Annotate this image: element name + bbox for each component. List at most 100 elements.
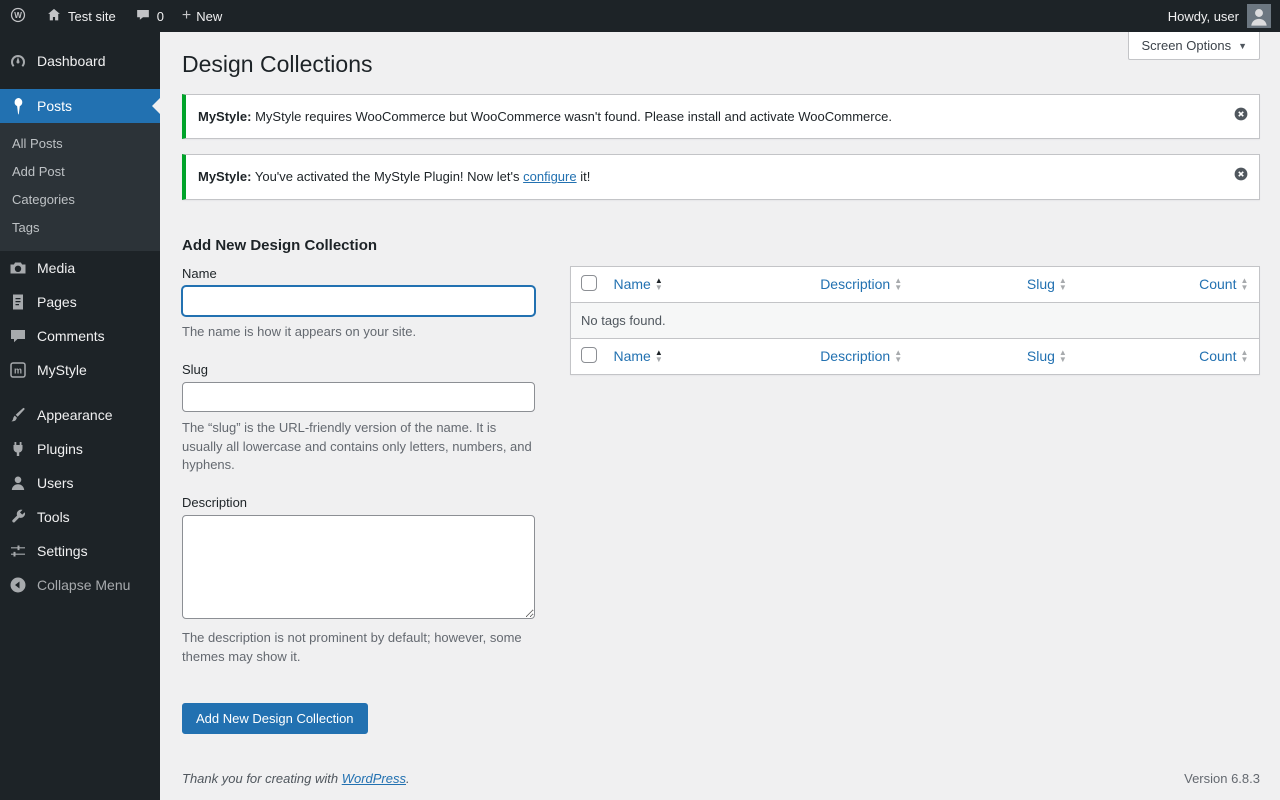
my-account-menu[interactable]: Howdy, user [1159, 0, 1280, 32]
screen-options-button[interactable]: Screen Options ▼ [1128, 32, 1260, 60]
column-header-label: Description [820, 276, 890, 292]
comment-bubble-icon [134, 6, 152, 27]
sort-by-name[interactable]: Name▲▼ [614, 348, 663, 364]
dismiss-notice-button[interactable] [1231, 104, 1251, 124]
submenu-item-categories[interactable]: Categories [0, 186, 160, 214]
plugins-icon [8, 439, 28, 459]
comments-menu[interactable]: 0 [125, 0, 173, 32]
new-content-menu[interactable]: + New [173, 0, 231, 32]
sidebar-item-pages[interactable]: Pages [0, 285, 160, 319]
description-textarea[interactable] [182, 515, 535, 619]
slug-label: Slug [182, 362, 535, 377]
select-all-checkbox[interactable] [581, 275, 597, 291]
chevron-down-icon: ▼ [1238, 41, 1247, 51]
admin-bar: W Test site 0 + New Howdy, user [0, 0, 1280, 32]
sort-desc-icon: ▼ [1059, 284, 1067, 291]
column-header-label: Slug [1027, 276, 1055, 292]
terms-table: Name▲▼ Description▲▼ Slug▲▼ Count▲▼ No t… [570, 266, 1260, 375]
tools-icon [8, 507, 28, 527]
add-term-form: Name The name is how it appears on your … [182, 266, 535, 734]
notice-text-after: it! [580, 169, 590, 184]
slug-help-text: The “slug” is the URL-friendly version o… [182, 419, 535, 476]
mystyle-icon: m [8, 360, 28, 380]
sidebar-item-posts[interactable]: Posts [0, 89, 160, 123]
name-label: Name [182, 266, 535, 281]
sidebar-item-label: Users [37, 475, 74, 491]
name-help-text: The name is how it appears on your site. [182, 323, 535, 342]
sidebar-item-mystyle[interactable]: m MyStyle [0, 353, 160, 387]
sidebar-item-media[interactable]: Media [0, 251, 160, 285]
collapse-menu-button[interactable]: Collapse Menu [0, 568, 160, 602]
sidebar-item-comments[interactable]: Comments [0, 319, 160, 353]
dashboard-icon [8, 51, 28, 71]
submenu-item-tags[interactable]: Tags [0, 214, 160, 242]
sidebar-item-plugins[interactable]: Plugins [0, 432, 160, 466]
sort-by-description[interactable]: Description▲▼ [820, 276, 902, 292]
admin-footer: Thank you for creating with WordPress. V… [182, 759, 1260, 800]
sort-by-name[interactable]: Name▲▼ [614, 276, 663, 292]
footer-thanks-text: Thank you for creating with [182, 771, 338, 786]
submenu-item-all-posts[interactable]: All Posts [0, 130, 160, 158]
sidebar: Dashboard Posts All Posts Add Post Categ… [0, 32, 160, 800]
menu-separator [0, 387, 160, 398]
media-icon [8, 258, 28, 278]
table-footer-row: Name▲▼ Description▲▼ Slug▲▼ Count▲▼ [571, 338, 1260, 374]
menu-separator [0, 78, 160, 89]
notice-configure: MyStyle: You've activated the MyStyle Pl… [182, 154, 1260, 200]
description-label: Description [182, 495, 535, 510]
sidebar-item-label: MyStyle [37, 362, 87, 378]
column-header-label: Count [1199, 348, 1236, 364]
column-header-label: Name [614, 276, 651, 292]
empty-message: No tags found. [571, 302, 1260, 338]
sidebar-item-settings[interactable]: Settings [0, 534, 160, 568]
collapse-icon [8, 575, 28, 595]
name-input[interactable] [182, 286, 535, 316]
table-header-row: Name▲▼ Description▲▼ Slug▲▼ Count▲▼ [571, 266, 1260, 302]
sidebar-item-users[interactable]: Users [0, 466, 160, 500]
notice-label: MyStyle: [198, 169, 251, 184]
add-collection-button[interactable]: Add New Design Collection [182, 703, 368, 734]
sort-by-count[interactable]: Count▲▼ [1199, 348, 1248, 364]
dismiss-icon [1233, 106, 1249, 122]
svg-text:W: W [14, 10, 22, 19]
empty-table-row: No tags found. [571, 302, 1260, 338]
wordpress-link[interactable]: WordPress [342, 771, 406, 786]
sort-by-description[interactable]: Description▲▼ [820, 348, 902, 364]
plus-icon: + [182, 8, 191, 24]
site-name-menu[interactable]: Test site [36, 0, 125, 32]
slug-input[interactable] [182, 382, 535, 412]
column-header-label: Description [820, 348, 890, 364]
sort-by-slug[interactable]: Slug▲▼ [1027, 348, 1067, 364]
page-title: Design Collections [182, 50, 1260, 80]
sidebar-item-dashboard[interactable]: Dashboard [0, 44, 160, 78]
appearance-icon [8, 405, 28, 425]
notice-text: MyStyle requires WooCommerce but WooComm… [255, 109, 892, 124]
column-header-label: Count [1199, 276, 1236, 292]
wordpress-logo-menu[interactable]: W [0, 0, 36, 32]
sidebar-item-appearance[interactable]: Appearance [0, 398, 160, 432]
dismiss-icon [1233, 166, 1249, 182]
select-all-checkbox[interactable] [581, 347, 597, 363]
configure-link[interactable]: configure [523, 169, 576, 184]
description-help-text: The description is not prominent by defa… [182, 629, 535, 667]
sidebar-item-label: Plugins [37, 441, 83, 457]
sort-desc-icon: ▼ [655, 284, 663, 291]
sidebar-item-tools[interactable]: Tools [0, 500, 160, 534]
notice-woocommerce-required: MyStyle: MyStyle requires WooCommerce bu… [182, 94, 1260, 140]
svg-text:m: m [14, 366, 22, 376]
sidebar-item-label: Appearance [37, 407, 113, 423]
submenu-item-add-post[interactable]: Add Post [0, 158, 160, 186]
notice-label: MyStyle: [198, 109, 251, 124]
sidebar-item-label: Comments [37, 328, 105, 344]
dismiss-notice-button[interactable] [1231, 164, 1251, 184]
site-name-label: Test site [68, 9, 116, 24]
sort-by-slug[interactable]: Slug▲▼ [1027, 276, 1067, 292]
wordpress-logo-icon: W [9, 6, 27, 27]
sort-by-count[interactable]: Count▲▼ [1199, 276, 1248, 292]
footer-thanks-period: . [406, 771, 410, 786]
home-icon [45, 6, 63, 27]
sort-desc-icon: ▼ [655, 356, 663, 363]
users-icon [8, 473, 28, 493]
pages-icon [8, 292, 28, 312]
sort-desc-icon: ▼ [1240, 356, 1248, 363]
